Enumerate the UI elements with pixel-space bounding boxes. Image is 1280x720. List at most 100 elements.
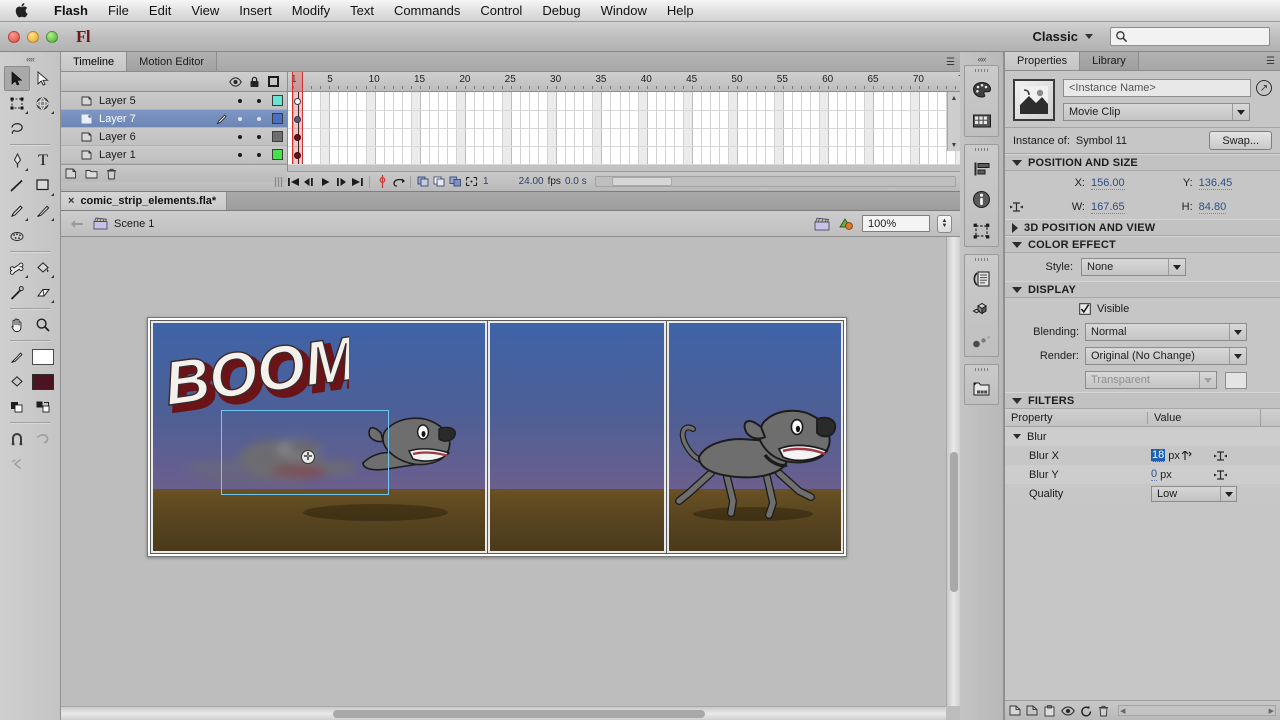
frames-grid[interactable] bbox=[288, 72, 960, 165]
fps-value[interactable]: 24.00 bbox=[519, 176, 544, 187]
library-panel-icon[interactable] bbox=[965, 373, 998, 404]
filter-row-quality[interactable]: Quality Low bbox=[1005, 484, 1280, 504]
section-position-and-size[interactable]: POSITION AND SIZE bbox=[1005, 154, 1280, 171]
chevron-down-icon[interactable] bbox=[1220, 487, 1236, 501]
play-button[interactable] bbox=[317, 174, 333, 190]
y-value[interactable]: 136.45 bbox=[1198, 177, 1233, 190]
scroll-down-arrow[interactable]: ▼ bbox=[948, 139, 960, 151]
delete-filter-icon[interactable] bbox=[1098, 705, 1109, 717]
enable-filter-icon[interactable] bbox=[1061, 705, 1075, 716]
step-forward-button[interactable] bbox=[333, 174, 349, 190]
stage[interactable]: BOOM BOOM ✛ bbox=[147, 317, 847, 557]
drag-grip[interactable] bbox=[965, 66, 998, 74]
brush-tool[interactable] bbox=[30, 198, 56, 223]
add-filter-icon[interactable] bbox=[1009, 705, 1021, 716]
drag-grip[interactable] bbox=[965, 365, 998, 373]
section-3d-position-and-view[interactable]: 3D POSITION AND VIEW bbox=[1005, 219, 1280, 236]
pencil-tool[interactable] bbox=[4, 198, 30, 223]
section-color-effect[interactable]: COLOR EFFECT bbox=[1005, 236, 1280, 253]
line-tool[interactable] bbox=[4, 173, 30, 198]
text-tool[interactable]: T bbox=[30, 148, 56, 173]
link-blur-icon[interactable] bbox=[1213, 468, 1228, 482]
rectangle-tool[interactable] bbox=[30, 173, 56, 198]
swap-button[interactable]: Swap... bbox=[1209, 131, 1272, 150]
selection-tool[interactable] bbox=[4, 66, 30, 91]
tab-timeline[interactable]: Timeline bbox=[61, 52, 128, 71]
timeline-ruler[interactable]: 15101520253035404550556065707580 bbox=[288, 72, 960, 92]
layer-lock-toggle[interactable] bbox=[249, 152, 268, 157]
timeline-vertical-scrollbar[interactable]: ▲ ▼ bbox=[947, 92, 960, 151]
edit-multiple-frames-button[interactable] bbox=[431, 174, 447, 190]
clipboard-icon[interactable] bbox=[1043, 704, 1056, 717]
swap-colors-button[interactable] bbox=[30, 394, 56, 419]
center-frame-button[interactable] bbox=[463, 174, 479, 190]
keyframe-marker[interactable] bbox=[294, 98, 301, 105]
transparent-color-swatch[interactable] bbox=[1225, 371, 1247, 389]
subselection-tool[interactable] bbox=[30, 66, 56, 91]
link-blur-icon[interactable] bbox=[1213, 449, 1228, 463]
w-value[interactable]: 167.65 bbox=[1091, 201, 1125, 214]
layer-name[interactable]: Layer 7 bbox=[99, 113, 214, 125]
tab-library[interactable]: Library bbox=[1080, 52, 1139, 70]
zoom-stepper[interactable]: ▲ ▼ bbox=[937, 214, 952, 233]
back-arrow-icon[interactable] bbox=[69, 219, 85, 229]
drag-grip[interactable] bbox=[965, 255, 998, 263]
panel-1-boom[interactable]: BOOM BOOM ✛ bbox=[150, 320, 488, 554]
menu-text[interactable]: Text bbox=[340, 0, 384, 22]
menu-window[interactable]: Window bbox=[591, 0, 657, 22]
menu-insert[interactable]: Insert bbox=[229, 0, 282, 22]
layer-color-swatch[interactable] bbox=[268, 95, 287, 106]
paint-bucket-tool[interactable] bbox=[30, 255, 56, 280]
color-panel-icon[interactable] bbox=[965, 74, 998, 105]
color-style-select[interactable]: None bbox=[1081, 258, 1186, 276]
edit-arrow-icon[interactable]: ↗ bbox=[1256, 80, 1272, 96]
align-panel-icon[interactable] bbox=[965, 153, 998, 184]
swatches-panel-icon[interactable] bbox=[965, 105, 998, 136]
blur-x-value[interactable]: 18 bbox=[1151, 449, 1166, 462]
menu-modify[interactable]: Modify bbox=[282, 0, 340, 22]
menu-edit[interactable]: Edit bbox=[139, 0, 181, 22]
breadcrumb-scene[interactable]: Scene 1 bbox=[93, 217, 154, 230]
collapse-tools-button[interactable]: «« bbox=[0, 52, 60, 66]
minimize-window-button[interactable] bbox=[27, 30, 39, 43]
tab-properties[interactable]: Properties bbox=[1005, 52, 1081, 70]
info-panel-icon[interactable] bbox=[965, 184, 998, 215]
menu-help[interactable]: Help bbox=[657, 0, 704, 22]
edit-scene-icon[interactable] bbox=[814, 217, 831, 231]
layer-name[interactable]: Layer 1 bbox=[99, 149, 214, 161]
keyframe-marker[interactable] bbox=[294, 134, 301, 141]
section-display[interactable]: DISPLAY bbox=[1005, 281, 1280, 298]
layer-row-1[interactable]: Layer 1 bbox=[61, 146, 287, 164]
panel-2-empty[interactable] bbox=[487, 320, 667, 554]
modify-onion-markers-button[interactable] bbox=[447, 174, 463, 190]
menu-file[interactable]: File bbox=[98, 0, 139, 22]
keyframe-marker[interactable] bbox=[294, 152, 301, 159]
menu-view[interactable]: View bbox=[181, 0, 229, 22]
filter-value-cell[interactable]: 0 px bbox=[1151, 468, 1172, 481]
blur-y-value[interactable]: 0 bbox=[1151, 468, 1158, 481]
chevron-down-icon[interactable] bbox=[1232, 104, 1249, 120]
hand-tool[interactable] bbox=[4, 312, 30, 337]
link-wh-icon[interactable] bbox=[1005, 200, 1027, 214]
stroke-color-picker[interactable] bbox=[4, 344, 30, 369]
quality-select[interactable]: Low bbox=[1151, 486, 1237, 502]
close-window-button[interactable] bbox=[8, 30, 20, 43]
eye-icon[interactable] bbox=[226, 76, 245, 87]
scroll-thumb[interactable] bbox=[333, 710, 705, 718]
eyedropper-tool[interactable] bbox=[4, 280, 30, 305]
scroll-left-arrow[interactable]: ◀ bbox=[1120, 707, 1125, 715]
go-to-first-frame-button[interactable] bbox=[285, 174, 301, 190]
workspace-switcher[interactable]: Classic bbox=[1023, 26, 1102, 47]
preset-icon[interactable] bbox=[1026, 705, 1038, 716]
apple-icon[interactable] bbox=[14, 2, 28, 19]
filter-row-blur-x[interactable]: Blur X 18 px bbox=[1005, 446, 1280, 465]
layer-lock-toggle[interactable] bbox=[249, 116, 268, 121]
x-value[interactable]: 156.00 bbox=[1091, 177, 1125, 190]
blending-select[interactable]: Normal bbox=[1085, 323, 1247, 341]
onion-skin-outlines-button[interactable] bbox=[415, 174, 431, 190]
layer-name[interactable]: Layer 6 bbox=[99, 131, 214, 143]
smooth-button[interactable] bbox=[30, 426, 56, 451]
timeline-horizontal-scrollbar[interactable] bbox=[594, 176, 956, 187]
render-select[interactable]: Original (No Change) bbox=[1085, 347, 1247, 365]
lasso-tool[interactable] bbox=[4, 116, 30, 141]
